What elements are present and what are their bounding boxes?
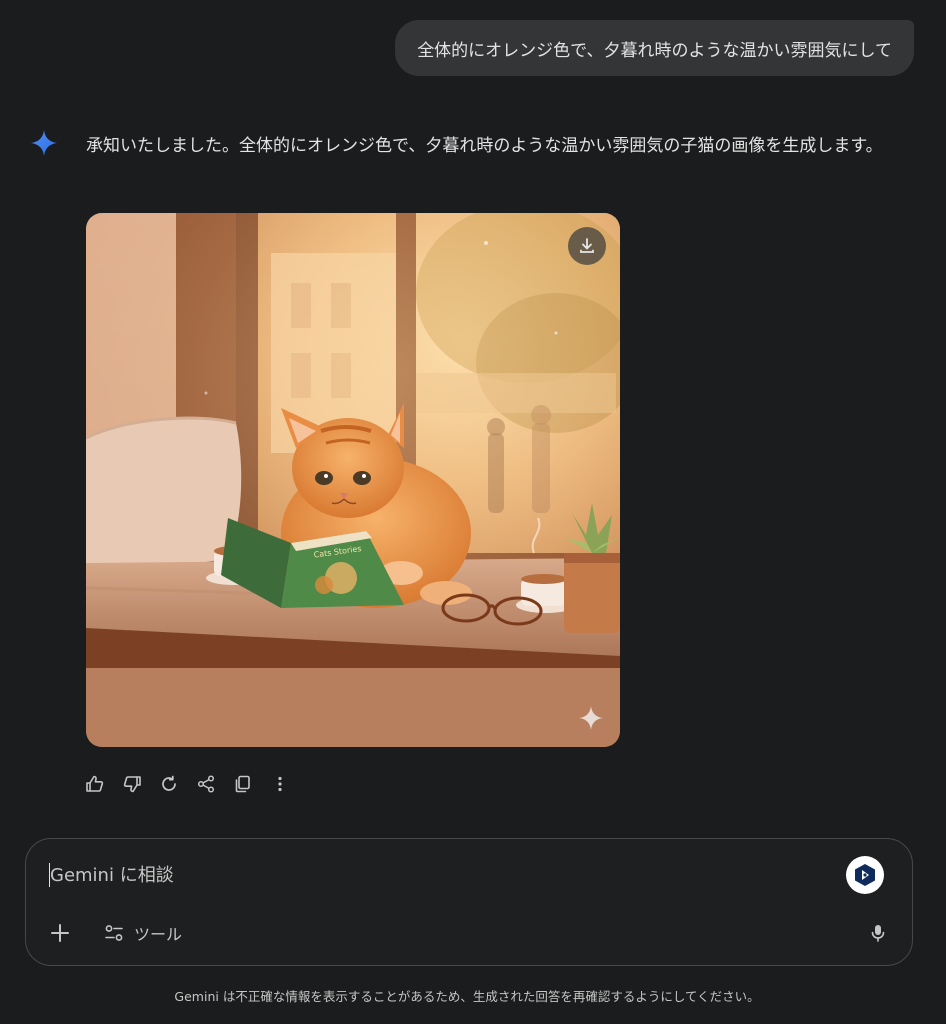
- download-icon: [580, 238, 594, 253]
- generated-image[interactable]: Cats Stories: [86, 213, 620, 747]
- prompt-input[interactable]: [50, 861, 810, 889]
- tools-button[interactable]: ツール: [104, 919, 182, 947]
- chat-page: 全体的にオレンジ色で、夕暮れ時のような温かい雰囲気にして 承知いたしました。全体…: [0, 0, 946, 1024]
- plus-icon: [51, 924, 69, 942]
- tools-label: ツール: [134, 925, 183, 944]
- user-message-text: 全体的にオレンジ色で、夕暮れ時のような温かい雰囲気にして: [417, 40, 892, 61]
- more-options-button[interactable]: [269, 770, 291, 798]
- kitten-reading-scene: Cats Stories: [86, 213, 620, 747]
- copy-button[interactable]: [232, 770, 254, 798]
- disclaimer-text: Gemini は不正確な情報を表示することがあるため、生成された回答を再確認する…: [174, 989, 760, 1004]
- thumb-down-icon: [123, 776, 141, 793]
- user-message-bubble: 全体的にオレンジ色で、夕暮れ時のような温かい雰囲気にして: [395, 20, 914, 76]
- more-vert-icon: [278, 776, 282, 792]
- download-button[interactable]: [568, 227, 606, 265]
- assistant-message-text: 承知いたしました。全体的にオレンジ色で、夕暮れ時のような温かい雰囲気の子猫の画像…: [86, 136, 883, 156]
- extension-logo-icon: [855, 864, 875, 886]
- thumb-up-button[interactable]: [84, 770, 106, 798]
- mic-button[interactable]: [866, 921, 890, 945]
- copy-icon: [235, 775, 250, 793]
- mic-icon: [871, 925, 885, 942]
- thumb-down-button[interactable]: [121, 770, 143, 798]
- gemini-sparkle-icon: [31, 130, 57, 156]
- thumb-up-icon: [86, 775, 104, 792]
- regenerate-icon: [162, 775, 176, 791]
- share-button[interactable]: [195, 770, 217, 798]
- gemini-sparkle-icon: [579, 706, 603, 730]
- tools-icon: [105, 925, 123, 941]
- share-icon: [197, 775, 215, 793]
- add-button[interactable]: [48, 921, 72, 945]
- prompt-box: ツール: [25, 838, 913, 966]
- response-actions: [84, 770, 291, 798]
- text-caret: [49, 863, 50, 887]
- regenerate-button[interactable]: [158, 770, 180, 798]
- extension-button[interactable]: [846, 856, 884, 894]
